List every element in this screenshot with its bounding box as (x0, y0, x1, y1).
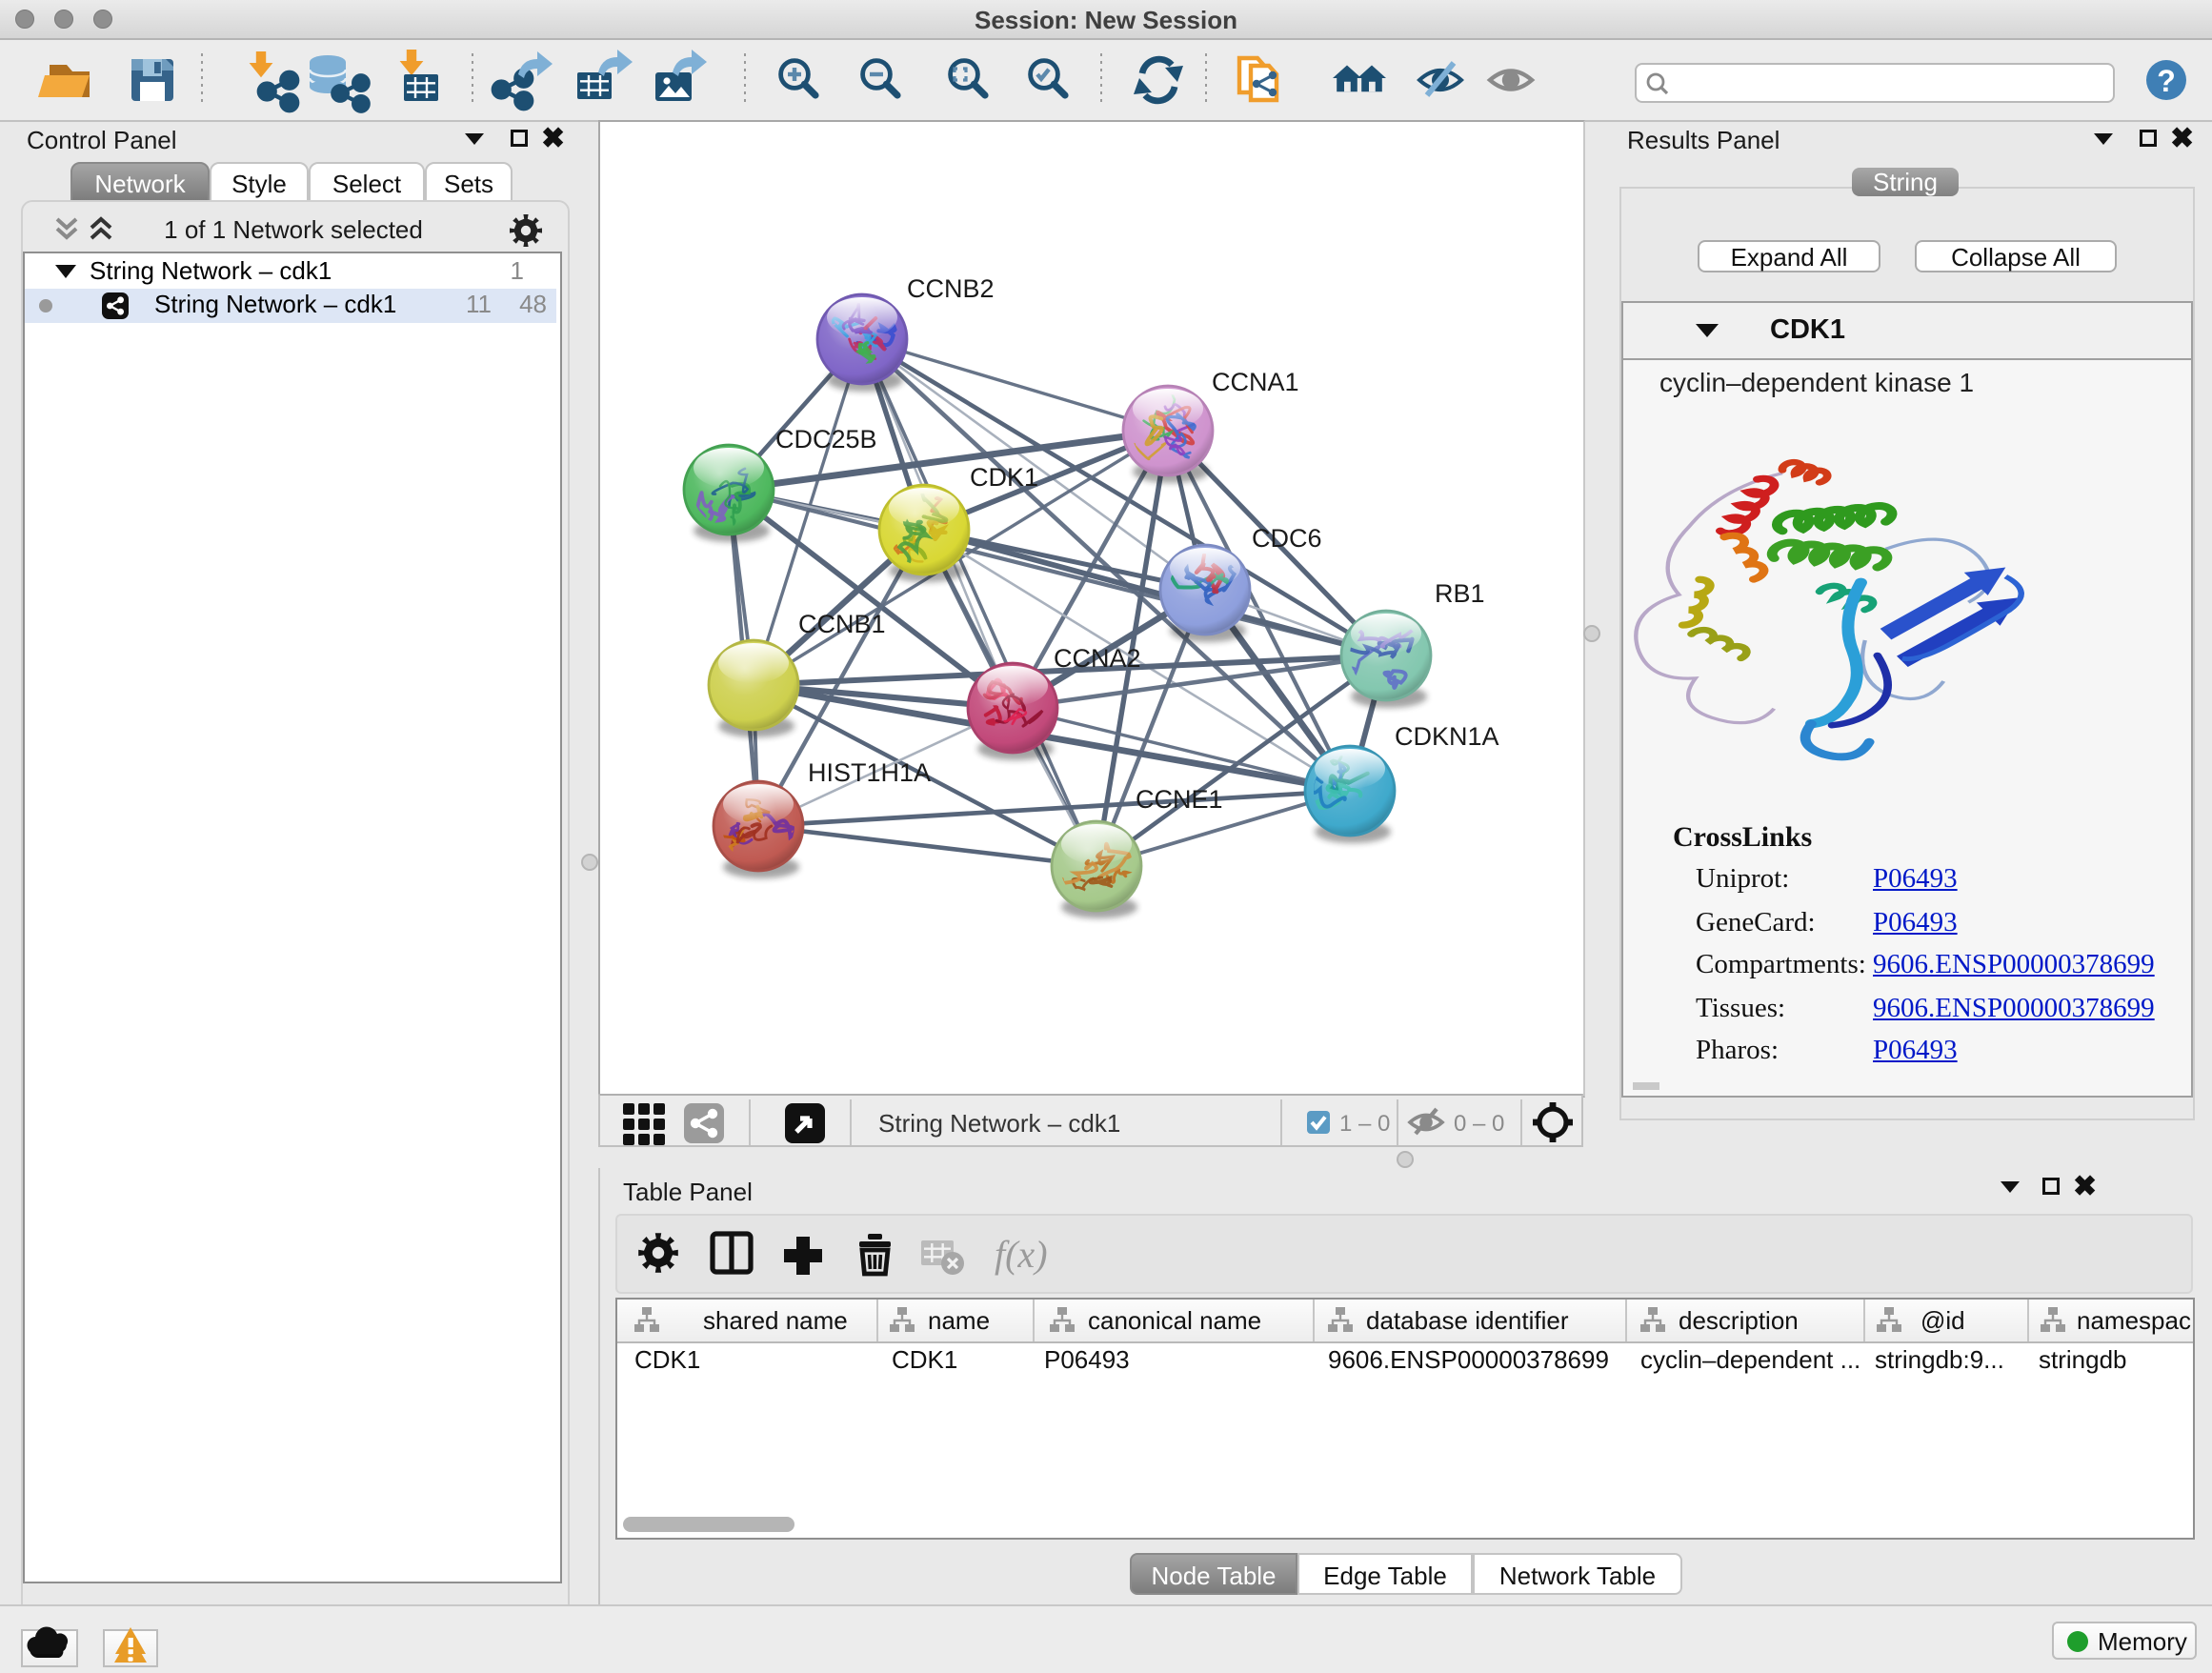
svg-text:f(x): f(x) (995, 1233, 1048, 1276)
svg-text:?: ? (2157, 64, 2176, 98)
